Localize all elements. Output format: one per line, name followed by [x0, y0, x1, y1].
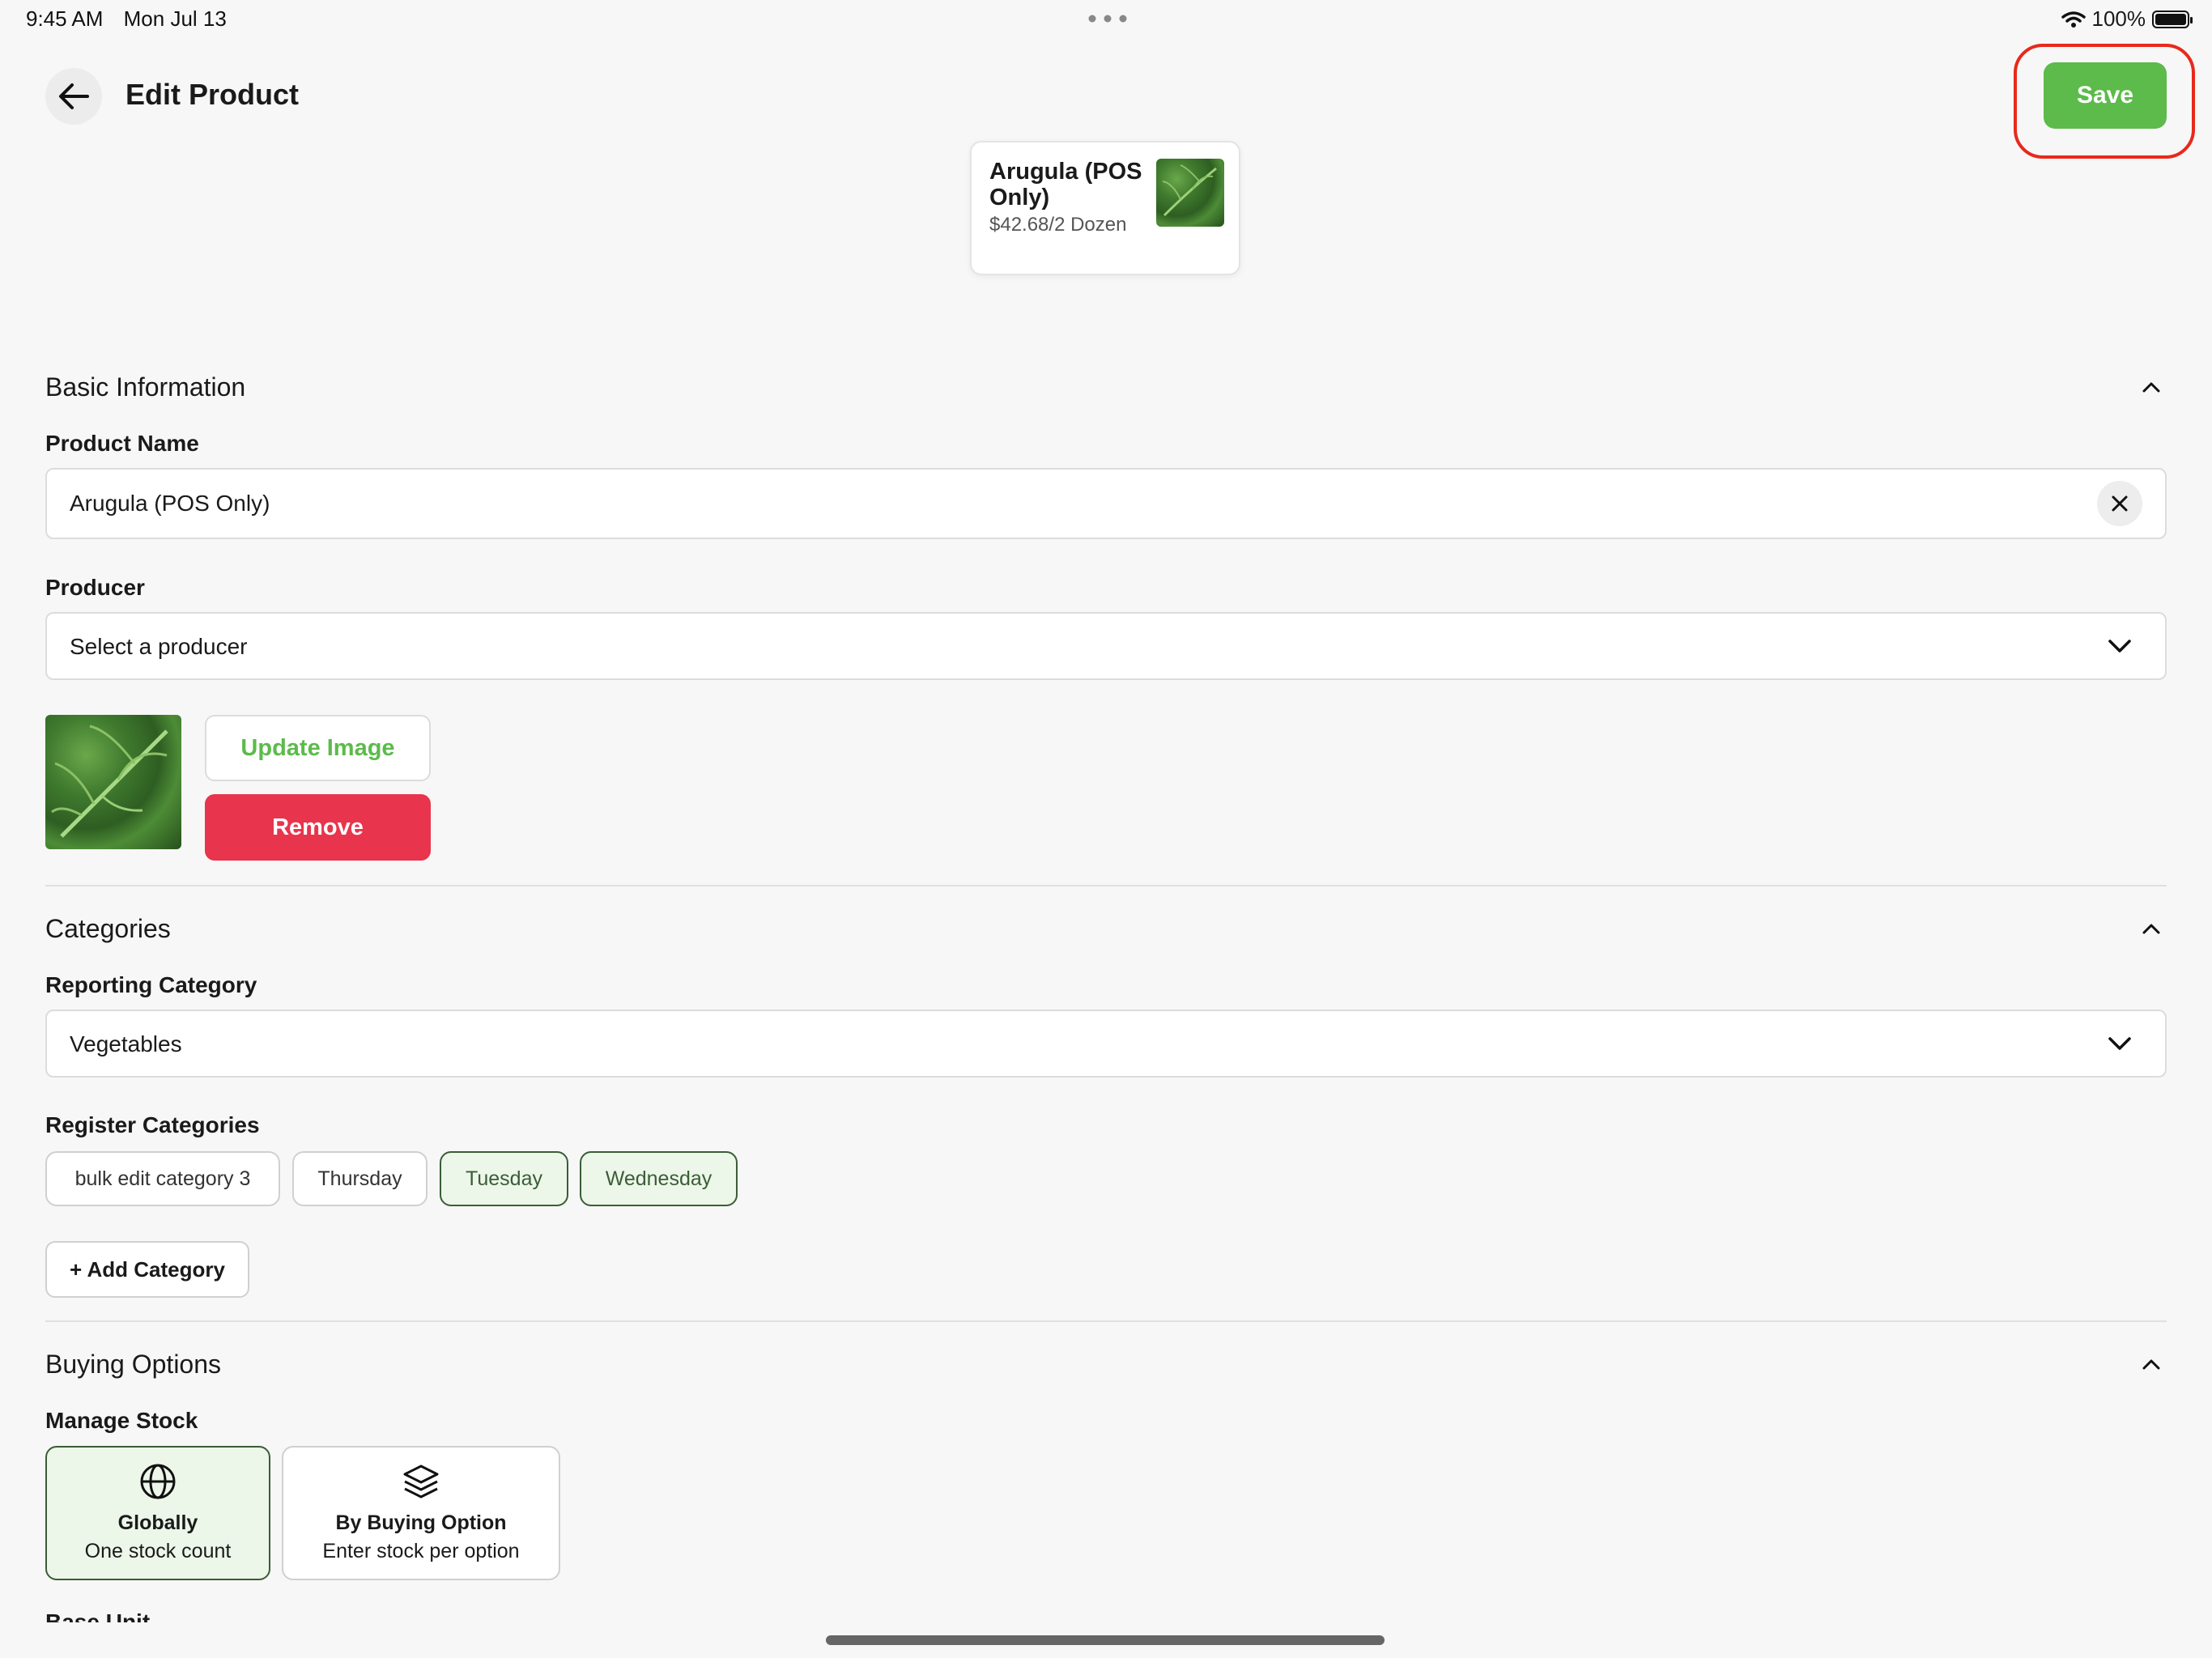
multitasking-dots-icon[interactable] — [1088, 15, 1127, 23]
chevron-up-icon[interactable] — [2141, 1354, 2162, 1375]
chevron-up-icon[interactable] — [2141, 376, 2162, 397]
reporting-category-label: Reporting Category — [45, 972, 257, 997]
producer-select[interactable]: Select a producer — [45, 612, 2167, 680]
remove-image-button[interactable]: Remove — [205, 794, 431, 861]
reporting-category-select[interactable]: Vegetables — [45, 1010, 2167, 1078]
section-divider — [45, 885, 2167, 886]
status-date: Mon Jul 13 — [123, 6, 227, 31]
battery-percent: 100% — [2091, 6, 2146, 31]
preview-product-price: $42.68/2 Dozen — [989, 214, 1127, 236]
status-bar-left: 9:45 AM Mon Jul 13 — [26, 6, 241, 32]
product-image — [45, 715, 181, 849]
producer-label: Producer — [45, 575, 145, 600]
battery-icon — [2152, 10, 2193, 28]
category-chip-selected[interactable]: Tuesday — [440, 1151, 568, 1206]
home-indicator[interactable] — [826, 1635, 1385, 1645]
product-name-input[interactable]: Arugula (POS Only) — [45, 468, 2167, 539]
section-title-basic-information: Basic Information — [45, 372, 246, 402]
category-chip[interactable]: bulk edit category 3 — [45, 1151, 280, 1206]
category-chip-selected[interactable]: Wednesday — [580, 1151, 738, 1206]
product-name-value: Arugula (POS Only) — [70, 491, 270, 516]
reporting-category-value: Vegetables — [70, 1031, 182, 1056]
close-icon — [2112, 495, 2128, 512]
option-subtitle: Enter stock per option — [322, 1540, 520, 1562]
section-divider — [45, 1320, 2167, 1322]
option-title: Globally — [117, 1511, 198, 1534]
manage-stock-globally-option[interactable]: Globally One stock count — [45, 1446, 270, 1580]
page-title: Edit Product — [125, 78, 299, 111]
product-name-label: Product Name — [45, 431, 199, 456]
back-button[interactable] — [45, 68, 102, 125]
preview-product-name: Arugula (POS Only) — [989, 159, 1142, 210]
producer-placeholder: Select a producer — [70, 634, 248, 659]
section-title-categories: Categories — [45, 914, 171, 943]
category-chip[interactable]: Thursday — [292, 1151, 428, 1206]
update-image-button[interactable]: Update Image — [205, 715, 431, 781]
manage-stock-by-option[interactable]: By Buying Option Enter stock per option — [282, 1446, 560, 1580]
save-button[interactable]: Save — [2044, 62, 2167, 129]
add-category-button[interactable]: + Add Category — [45, 1241, 249, 1298]
wifi-icon — [2061, 11, 2086, 28]
manage-stock-label: Manage Stock — [45, 1408, 198, 1433]
preview-product-image — [1156, 159, 1224, 227]
arrow-left-icon — [59, 83, 89, 109]
chevron-down-icon — [2108, 1037, 2131, 1050]
register-categories-label: Register Categories — [45, 1112, 260, 1137]
option-title: By Buying Option — [335, 1511, 507, 1534]
layers-icon — [403, 1465, 439, 1499]
status-bar-right: 100% — [2061, 6, 2193, 32]
option-subtitle: One stock count — [84, 1540, 232, 1562]
chevron-down-icon — [2108, 640, 2131, 653]
chevron-up-icon[interactable] — [2141, 918, 2162, 939]
base-unit-label: Base Unit — [45, 1611, 150, 1622]
status-time: 9:45 AM — [26, 6, 104, 31]
globe-icon — [140, 1464, 176, 1499]
section-title-buying-options: Buying Options — [45, 1350, 222, 1379]
clear-input-button[interactable] — [2097, 481, 2142, 526]
product-preview-card: Arugula (POS Only) $42.68/2 Dozen — [970, 141, 1240, 275]
